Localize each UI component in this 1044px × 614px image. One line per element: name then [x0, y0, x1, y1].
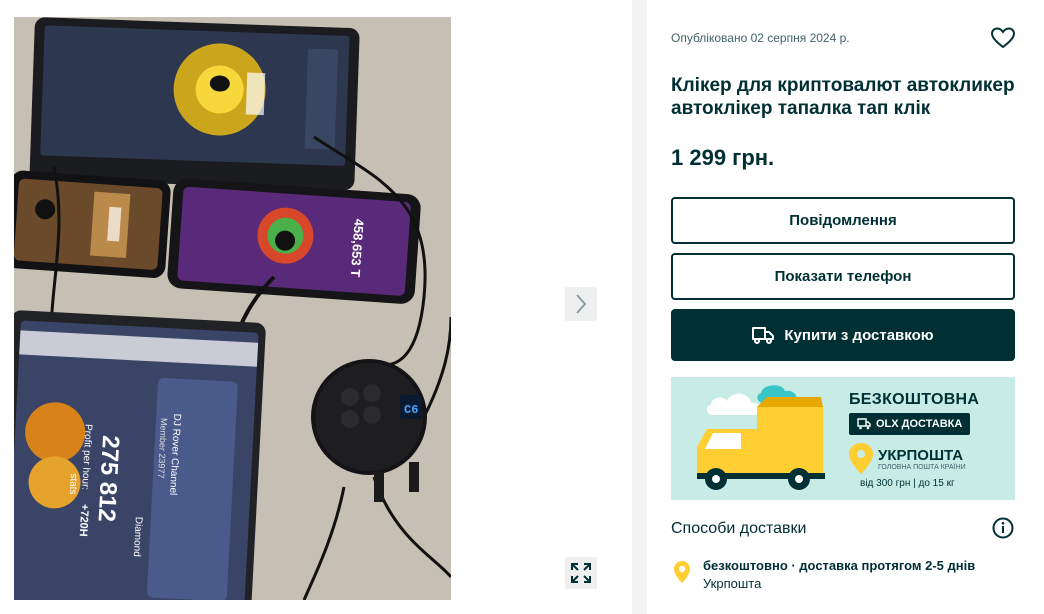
olx-delivery-badge-label: OLX ДОСТАВКА [876, 418, 963, 430]
ukrposhta-subtitle: ГОЛОВНА ПОШТА КРАЇНИ [878, 464, 966, 471]
tablet-profit-value: +720H [77, 504, 91, 537]
listing-sidebar: Опубліковано 02 серпня 2024 р. Клікер дл… [647, 0, 1044, 614]
show-phone-button-label: Показати телефон [774, 268, 912, 285]
banner-free-text: БЕЗКОШТОВНА [849, 391, 980, 408]
tablet-counter-text: 275 812 [93, 435, 125, 523]
delivery-methods-title: Способи доставки [671, 520, 807, 537]
listing-title: Клікер для криптовалют автокликер автокл… [671, 75, 1015, 119]
delivery-range-text: від 300 грн | до 15 кг [860, 478, 955, 489]
posted-date: Опубліковано 02 серпня 2024 р. [671, 31, 850, 45]
photo-illustration: 458,653 T 275 812 Profit per hour: +720H… [14, 17, 451, 600]
listing-price: 1 299 грн. [671, 145, 775, 170]
message-button-label: Повідомлення [789, 212, 897, 229]
delivery-truck-icon [752, 327, 775, 344]
heart-icon [991, 27, 1015, 49]
buy-with-delivery-button[interactable]: Купити з доставкою [671, 309, 1015, 361]
favorite-button[interactable] [989, 24, 1017, 52]
truck-icon [857, 418, 871, 430]
hub-display-text: C6 [404, 403, 418, 417]
tablet-rank-text: Diamond [131, 516, 144, 557]
message-button[interactable]: Повідомлення [671, 197, 1015, 244]
show-phone-button[interactable]: Показати телефон [671, 253, 1015, 300]
buy-button-label: Купити з доставкою [784, 326, 934, 344]
photo-gallery: 458,653 T 275 812 Profit per hour: +720H… [0, 0, 632, 614]
delivery-option-carrier: Укрпошта [703, 576, 762, 591]
listing-photo[interactable]: 458,653 T 275 812 Profit per hour: +720H… [14, 17, 451, 600]
location-pin-icon [674, 561, 690, 583]
chevron-right-icon [576, 294, 587, 314]
free-delivery-banner[interactable]: БЕЗКОШТОВНА OLX ДОСТАВКА УКРПОШТА ГОЛОВН… [671, 377, 1015, 500]
tablet-stats-label: stats [67, 473, 79, 495]
delivery-option-title: безкоштовно · доставка протягом 2-5 днів [703, 558, 976, 573]
olx-delivery-badge: OLX ДОСТАВКА [849, 413, 971, 435]
expand-icon [571, 563, 591, 583]
next-photo-button[interactable] [565, 287, 597, 321]
fullscreen-button[interactable] [565, 557, 597, 589]
ukrposhta-label: УКРПОШТА [878, 447, 964, 464]
info-icon[interactable] [992, 517, 1014, 539]
